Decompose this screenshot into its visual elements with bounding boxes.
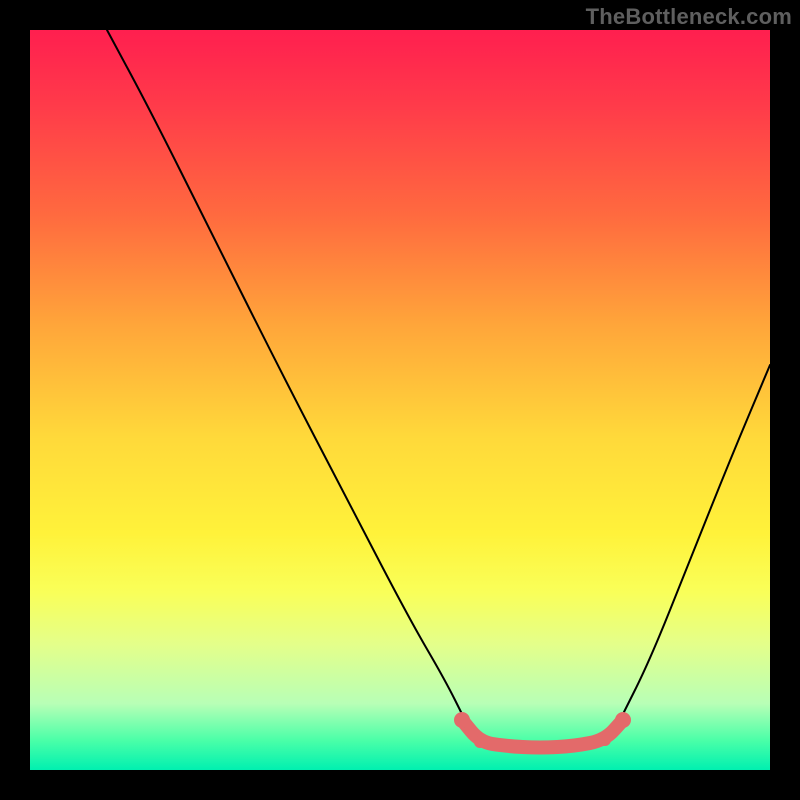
marker-dot xyxy=(615,712,631,728)
watermark-text: TheBottleneck.com xyxy=(586,4,792,30)
flat-band-path xyxy=(462,720,623,748)
chart-stage: TheBottleneck.com xyxy=(0,0,800,800)
marker-dot xyxy=(599,734,611,746)
curve-left-path xyxy=(107,30,465,720)
marker-dot xyxy=(454,712,470,728)
marker-dot xyxy=(474,736,486,748)
plot-area xyxy=(30,30,770,770)
curve-right-path xyxy=(620,365,770,720)
chart-svg xyxy=(30,30,770,770)
